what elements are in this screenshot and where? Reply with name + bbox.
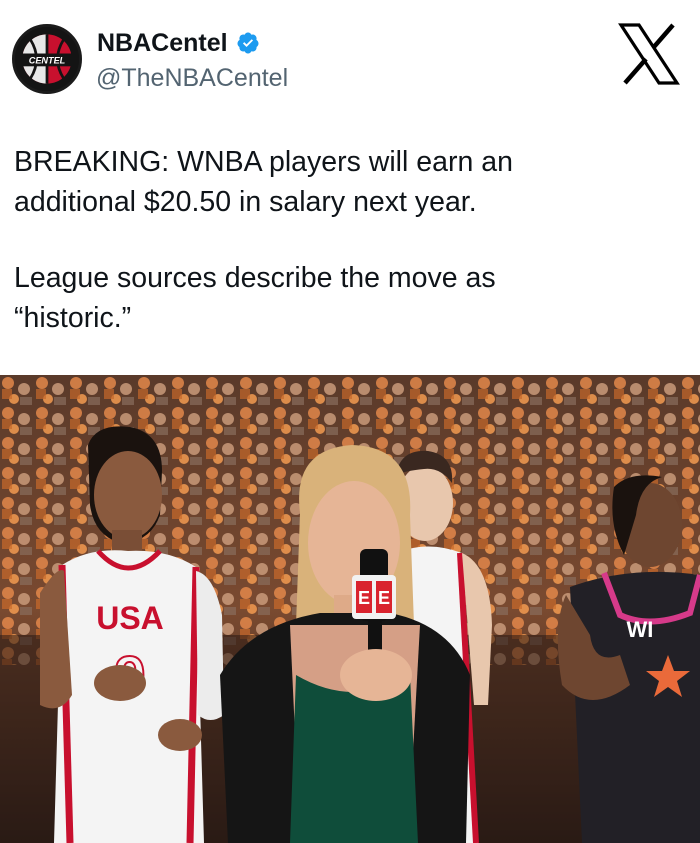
tweet-line-1: BREAKING: WNBA players will earn an — [14, 146, 513, 178]
display-name[interactable]: NBACentel — [97, 28, 228, 58]
jersey-text: USA — [96, 600, 164, 636]
basketball-logo-icon: CENTEL — [15, 27, 79, 91]
tweet-line-2: additional $20.50 in salary next year. — [14, 186, 477, 218]
account-avatar[interactable]: CENTEL — [12, 24, 82, 94]
tweet-text: BREAKING: WNBA players will earn an addi… — [14, 142, 674, 338]
photo-illustration: USA 9 WI — [0, 375, 700, 843]
x-logo-icon[interactable] — [617, 22, 681, 86]
svg-text:E: E — [378, 588, 390, 608]
tweet-paragraph-2: League sources describe the move as “his… — [14, 258, 674, 338]
tweet-line-4: “historic.” — [14, 302, 132, 334]
verified-badge-icon — [237, 32, 259, 54]
tweet-photo[interactable]: USA 9 WI — [0, 375, 700, 843]
account-handle[interactable]: @TheNBACentel — [96, 63, 288, 93]
name-row: NBACentel — [97, 28, 260, 58]
tweet-header: CENTEL NBACentel @TheNBACentel — [0, 0, 700, 110]
tweet-paragraph-1: BREAKING: WNBA players will earn an addi… — [14, 142, 674, 222]
svg-text:WI: WI — [627, 617, 654, 642]
tweet-line-3: League sources describe the move as — [14, 262, 496, 294]
avatar-text: CENTEL — [29, 56, 66, 66]
svg-text:E: E — [358, 588, 370, 608]
